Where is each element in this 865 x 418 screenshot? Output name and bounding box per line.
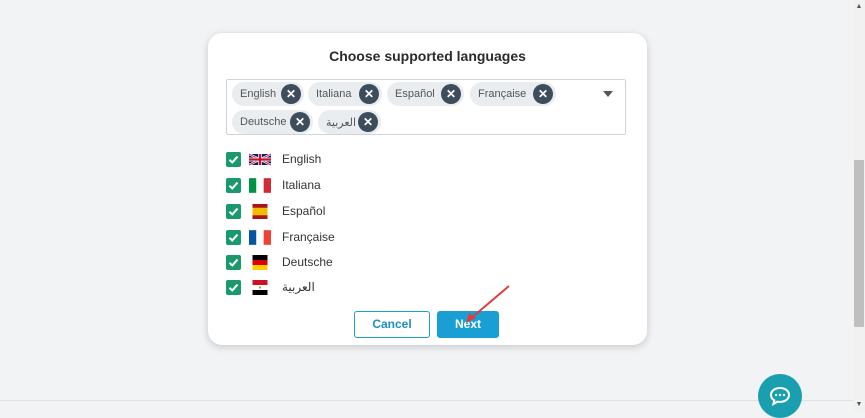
checkbox-checked[interactable]	[226, 230, 241, 245]
italy-flag-icon	[249, 178, 271, 193]
chat-button[interactable]	[758, 374, 802, 418]
scrollbar-thumb[interactable]	[854, 160, 864, 327]
remove-chip-icon[interactable]: ✕	[533, 84, 553, 104]
remove-chip-icon[interactable]: ✕	[441, 84, 461, 104]
egypt-flag-icon	[249, 280, 271, 295]
divider	[0, 400, 853, 401]
chip-label: Español	[395, 88, 435, 100]
remove-chip-icon[interactable]: ✕	[290, 112, 310, 132]
checkbox-checked[interactable]	[226, 204, 241, 219]
chip-label: Française	[478, 88, 527, 100]
germany-flag-icon	[249, 255, 271, 270]
annotation-arrow-icon	[466, 285, 510, 323]
spain-flag-icon	[249, 204, 271, 219]
chip-italiana: Italiana ✕	[308, 82, 382, 106]
vertical-scrollbar[interactable]: ▲ ▼	[853, 0, 865, 412]
chip-label: English	[240, 88, 277, 100]
language-multiselect[interactable]: English ✕ Italiana ✕ Español ✕ Française…	[226, 79, 626, 135]
language-label: English	[282, 152, 322, 166]
language-dialog: Choose supported languages English ✕ Ita…	[208, 33, 647, 345]
chip-espanol: Español ✕	[387, 82, 464, 106]
cancel-button[interactable]: Cancel	[354, 311, 430, 338]
checkbox-checked[interactable]	[226, 255, 241, 270]
chevron-down-icon[interactable]	[603, 91, 613, 97]
language-label: Italiana	[282, 178, 321, 192]
chip-label: Italiana	[316, 88, 352, 100]
checkbox-checked[interactable]	[226, 152, 241, 167]
scroll-up-icon[interactable]: ▲	[853, 0, 865, 14]
scroll-down-icon[interactable]: ▼	[853, 398, 865, 412]
language-label: Deutsche	[282, 255, 333, 269]
chip-deutsche: Deutsche ✕	[232, 110, 313, 134]
chip-label: Deutsche	[240, 116, 287, 128]
chip-francaise: Française ✕	[470, 82, 556, 106]
language-label: العربية	[282, 280, 315, 294]
checkbox-checked[interactable]	[226, 178, 241, 193]
chip-arabic: العربية ✕	[318, 110, 381, 134]
chip-english: English ✕	[232, 82, 304, 106]
remove-chip-icon[interactable]: ✕	[281, 84, 301, 104]
language-label: Español	[282, 204, 326, 218]
france-flag-icon	[249, 230, 271, 245]
chip-label: العربية	[326, 116, 357, 129]
chat-bubble-icon	[769, 386, 791, 406]
checkbox-checked[interactable]	[226, 280, 241, 295]
language-label: Française	[282, 230, 335, 244]
remove-chip-icon[interactable]: ✕	[358, 112, 378, 132]
dialog-title: Choose supported languages	[329, 48, 526, 64]
remove-chip-icon[interactable]: ✕	[359, 84, 379, 104]
uk-flag-icon	[249, 152, 271, 167]
